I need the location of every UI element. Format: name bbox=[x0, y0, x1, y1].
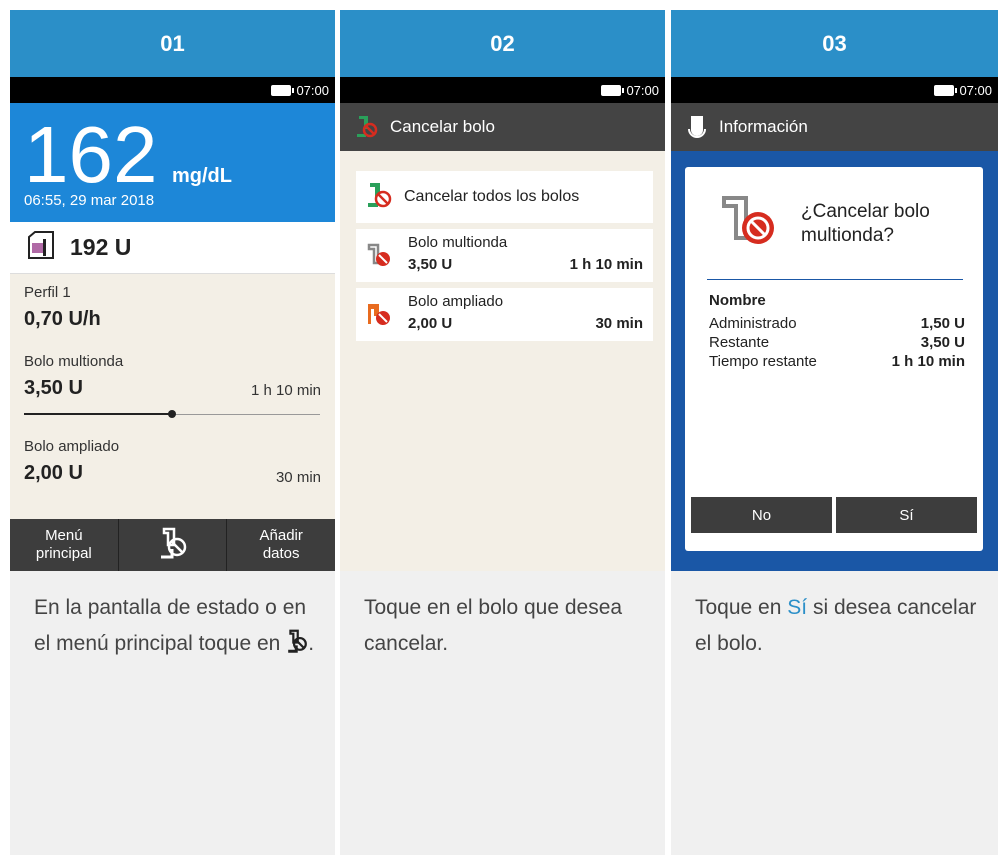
screen-title-bar: Cancelar bolo bbox=[340, 103, 665, 151]
extended-bolus-label: Bolo ampliado bbox=[24, 438, 120, 455]
add-data-label-line2: datos bbox=[262, 545, 300, 562]
cancel-bolus-icon bbox=[356, 115, 378, 139]
dialog-backdrop: ¿Cancelar bolo multionda? Nombre Adminis… bbox=[671, 151, 998, 571]
dialog-divider bbox=[707, 279, 963, 280]
step-caption: Toque en el bolo que desea cancelar. bbox=[364, 596, 623, 655]
extended-bolus-time: 30 min bbox=[595, 315, 643, 332]
info-device-icon bbox=[687, 115, 707, 139]
multiwave-bolus-amount: 3,50 U bbox=[408, 256, 453, 273]
caption-accent: Sí bbox=[787, 596, 808, 619]
battery-icon bbox=[601, 84, 625, 96]
battery-icon bbox=[934, 84, 958, 96]
step-panel-3: 03 07:00 Información ¿Cancelar bolo mult… bbox=[671, 10, 998, 855]
cancel-all-label: Cancelar todos los bolos bbox=[404, 188, 580, 205]
bottom-nav: Menú principal Añadir datos bbox=[10, 519, 335, 571]
reservoir-value: 192 U bbox=[70, 234, 132, 260]
multiwave-bolus-icon bbox=[366, 243, 392, 274]
step-number: 01 bbox=[10, 10, 335, 77]
multiwave-cancel-icon bbox=[720, 194, 778, 259]
remaining-label: Restante bbox=[709, 334, 770, 351]
pump-screen-confirm: 07:00 Información ¿Cancelar bolo multion… bbox=[671, 77, 998, 571]
step-number: 03 bbox=[671, 10, 998, 77]
progress-marker bbox=[168, 410, 176, 418]
time-remaining-value: 1 h 10 min bbox=[891, 353, 965, 370]
pump-screen-cancel-bolus: 07:00 Cancelar bolo Cancelar todos los b… bbox=[340, 77, 665, 571]
caption-pre: Toque en bbox=[695, 596, 782, 619]
caption-text: En la pantalla de estado o en el menú pr… bbox=[34, 596, 307, 655]
glucose-timestamp: 06:55, 29 mar 2018 bbox=[24, 192, 155, 209]
multiwave-progress-bar bbox=[24, 410, 320, 418]
glucose-value: 162 bbox=[24, 110, 158, 199]
delivered-label: Administrado bbox=[709, 315, 797, 332]
delivered-value: 1,50 U bbox=[920, 315, 965, 332]
time-remaining-row: Tiempo restante 1 h 10 min bbox=[709, 353, 965, 370]
step-panel-2: 02 07:00 Cancelar bolo Cancelar todos lo… bbox=[340, 10, 665, 855]
cancel-all-icon bbox=[366, 182, 392, 213]
screen-title: Cancelar bolo bbox=[390, 117, 495, 136]
step-caption: Toque en Sí si desea cancelar el bolo. bbox=[695, 590, 985, 662]
extended-bolus-time: 30 min bbox=[275, 469, 321, 486]
dialog-question: ¿Cancelar bolo multionda? bbox=[801, 201, 930, 246]
multiwave-bolus-time: 1 h 10 min bbox=[569, 256, 643, 273]
cancel-all-boluses-item[interactable]: Cancelar todos los bolos bbox=[356, 171, 653, 223]
add-data-label-line1: Añadir bbox=[259, 527, 303, 544]
yes-button[interactable]: Sí bbox=[836, 497, 977, 533]
bolus-list: Cancelar todos los bolos Bolo multionda … bbox=[340, 151, 665, 571]
step-caption: En la pantalla de estado o en el menú pr… bbox=[34, 590, 324, 665]
basal-profile-label: Perfil 1 bbox=[24, 284, 71, 301]
delivered-row: Administrado 1,50 U bbox=[709, 315, 965, 332]
cancel-bolus-icon-inline bbox=[286, 629, 308, 665]
clock: 07:00 bbox=[626, 82, 659, 98]
status-bar: 07:00 bbox=[10, 77, 335, 103]
remaining-row: Restante 3,50 U bbox=[709, 334, 965, 351]
battery-icon bbox=[271, 84, 295, 96]
cancel-bolus-icon bbox=[158, 527, 188, 564]
main-menu-label-line2: principal bbox=[35, 545, 92, 562]
extended-bolus-icon bbox=[366, 302, 392, 333]
status-bar: 07:00 bbox=[671, 77, 998, 103]
multiwave-bolus-time: 1 h 10 min bbox=[250, 382, 321, 399]
extended-bolus-amount: 2,00 U bbox=[408, 315, 453, 332]
multiwave-bolus-name: Bolo multionda bbox=[408, 234, 508, 251]
status-bar: 07:00 bbox=[340, 77, 665, 103]
multiwave-bolus-label: Bolo multionda bbox=[24, 353, 124, 370]
progress-fill bbox=[24, 413, 172, 415]
add-data-button[interactable]: Añadir datos bbox=[227, 519, 335, 571]
main-menu-label-line1: Menú bbox=[45, 527, 83, 544]
clock: 07:00 bbox=[296, 82, 329, 98]
glucose-unit: mg/dL bbox=[172, 165, 232, 187]
cartridge-icon bbox=[26, 231, 56, 264]
dialog-name-label: Nombre bbox=[709, 292, 766, 309]
no-button[interactable]: No bbox=[691, 497, 832, 533]
extended-bolus-value: 2,00 U bbox=[24, 462, 83, 484]
reservoir-row[interactable]: 192 U bbox=[10, 222, 335, 274]
clock: 07:00 bbox=[959, 82, 992, 98]
extended-bolus-item[interactable]: Bolo ampliado 2,00 U 30 min bbox=[356, 288, 653, 341]
caption-end: . bbox=[308, 632, 315, 655]
pump-screen-status: 07:00 162 mg/dL 06:55, 29 mar 2018 192 U… bbox=[10, 77, 335, 571]
main-menu-button[interactable]: Menú principal bbox=[10, 519, 119, 571]
multiwave-bolus-value: 3,50 U bbox=[24, 377, 83, 399]
glucose-panel[interactable]: 162 mg/dL 06:55, 29 mar 2018 bbox=[10, 103, 335, 222]
multiwave-bolus-item[interactable]: Bolo multionda 3,50 U 1 h 10 min bbox=[356, 229, 653, 282]
screen-title: Información bbox=[719, 117, 808, 136]
time-remaining-label: Tiempo restante bbox=[709, 353, 817, 370]
cancel-bolus-button[interactable] bbox=[119, 519, 228, 571]
basal-rate-value: 0,70 U/h bbox=[24, 308, 101, 330]
bolus-status-area[interactable]: Perfil 1 0,70 U/h Bolo multionda 3,50 U … bbox=[10, 274, 335, 519]
extended-bolus-name: Bolo ampliado bbox=[408, 293, 504, 310]
confirm-dialog: ¿Cancelar bolo multionda? Nombre Adminis… bbox=[685, 167, 983, 551]
remaining-value: 3,50 U bbox=[920, 334, 965, 351]
step-panel-1: 01 07:00 162 mg/dL 06:55, 29 mar 2018 19… bbox=[10, 10, 335, 855]
screen-title-bar: Información bbox=[671, 103, 998, 151]
step-number: 02 bbox=[340, 10, 665, 77]
